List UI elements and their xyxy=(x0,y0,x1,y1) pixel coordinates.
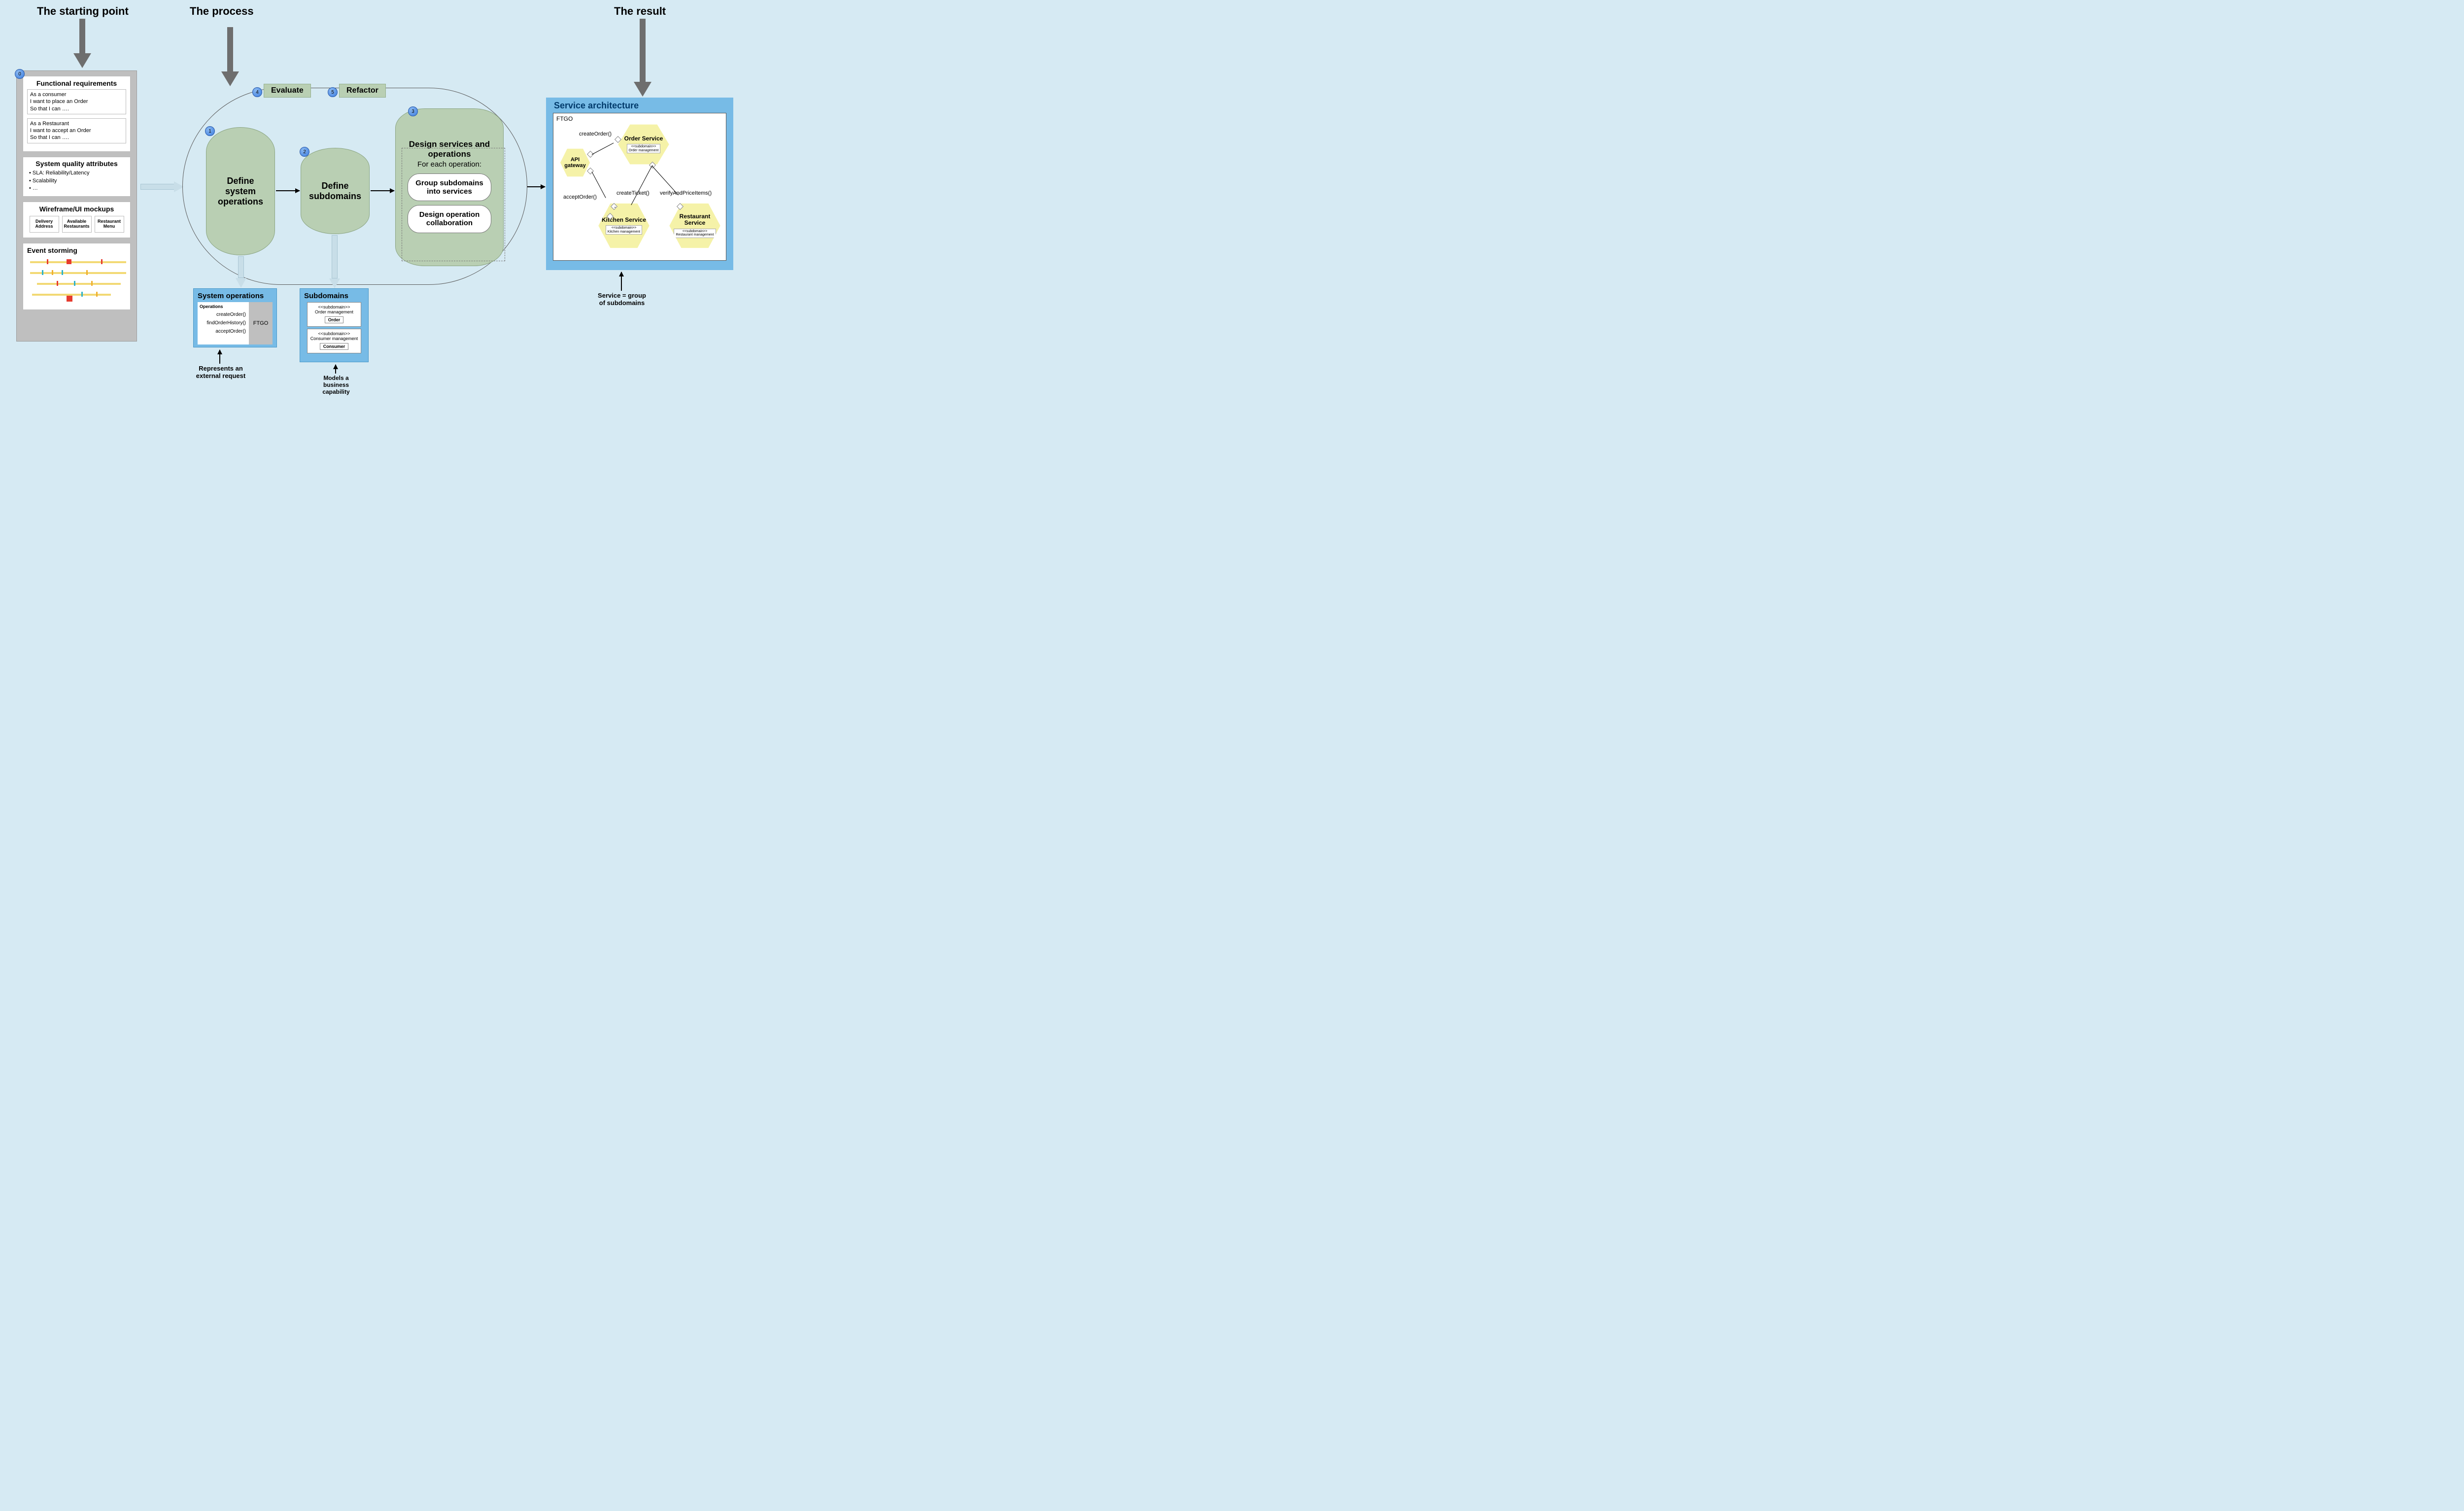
sqa-list: • SLA: Reliability/Latency • Scalability… xyxy=(27,170,126,192)
arrow-step2-down xyxy=(329,235,340,288)
badge-1: 1 xyxy=(205,126,215,136)
arrow-result-caption xyxy=(621,272,622,291)
story2-line1: As a Restaurant xyxy=(30,120,123,127)
order-service-label: Order Service xyxy=(624,136,663,142)
subdomains-caption: Models a business capability xyxy=(297,375,376,395)
arrow-starting-to-process xyxy=(140,181,185,192)
subdomain-card: <<subdomain>> Consumer management Consum… xyxy=(307,329,361,353)
step-define-system-operations: Define system operations xyxy=(206,127,275,255)
hex-api-gateway: API gateway xyxy=(559,148,591,177)
arrow-step1-down xyxy=(236,256,246,288)
evaluate-label: Evaluate xyxy=(264,84,311,98)
for-each-operation-box xyxy=(402,148,505,261)
service-architecture-title: Service architecture xyxy=(554,101,726,111)
badge-5: 5 xyxy=(328,87,338,97)
arrow-process-down xyxy=(221,27,239,86)
subdomain-card: <<subdomain>> Order management Order xyxy=(307,302,361,327)
arrow-result-down xyxy=(634,19,651,98)
result-caption: Service = group of subdomains xyxy=(582,292,661,307)
ftgo-monolith-box: FTGO xyxy=(249,302,273,344)
kitchen-subdomain-mini: <<subdomain>> Kitchen management xyxy=(606,225,642,235)
service-architecture-box: Service architecture FTGO API gateway Or… xyxy=(546,98,733,270)
step-define-subdomains: Define subdomains xyxy=(301,148,370,234)
subdomains-box: Subdomains <<subdomain>> Order managemen… xyxy=(300,288,369,362)
system-quality-block: System quality attributes • SLA: Reliabi… xyxy=(23,157,131,197)
operation-item: acceptOrder() xyxy=(200,329,247,334)
refactor-label: Refactor xyxy=(339,84,386,98)
event-storming-block: Event storming xyxy=(23,243,131,310)
user-story-2: As a Restaurant I want to accept an Orde… xyxy=(27,118,126,143)
subdomain-name: Consumer management xyxy=(308,336,360,341)
story2-line3: So that I can …. xyxy=(30,134,123,141)
badge-0: 0 xyxy=(15,69,25,79)
order-subdomain-mini: <<subdomain>> Order management xyxy=(627,144,661,153)
badge-3: 3 xyxy=(408,106,418,116)
sqa-item: • Scalability xyxy=(29,177,126,185)
operations-list: Operations createOrder() findOrderHistor… xyxy=(198,302,249,344)
subdomain-stereo: <<subdomain>> xyxy=(308,331,360,336)
subdomains-title: Subdomains xyxy=(304,292,364,300)
functional-requirements-block: Functional requirements As a consumer I … xyxy=(23,76,131,152)
entity-box: Order xyxy=(325,316,344,323)
wire-box: Delivery Address xyxy=(30,216,59,233)
section-starting-title: The starting point xyxy=(37,5,129,18)
step1-label: Define system operations xyxy=(218,176,263,207)
restaurant-service-label: Restaurant Service xyxy=(668,213,721,226)
wire-box: Available Restaurants xyxy=(62,216,92,233)
user-story-1: As a consumer I want to place an Order S… xyxy=(27,89,126,114)
badge-4: 4 xyxy=(252,87,262,97)
sysops-caption: Represents an external request xyxy=(181,365,260,379)
connector xyxy=(592,143,614,155)
section-result-title: The result xyxy=(614,5,666,18)
call-create-order: createOrder() xyxy=(579,131,612,137)
call-verify-price: verifyAndPriceItems() xyxy=(660,190,712,196)
arrow-sysops-caption xyxy=(219,350,220,364)
starting-column: Functional requirements As a consumer I … xyxy=(16,70,137,342)
story1-line3: So that I can …. xyxy=(30,105,123,112)
arrow-step2-step3 xyxy=(371,190,394,191)
subdomain-name: Order management xyxy=(308,309,360,314)
operations-header: Operations xyxy=(200,304,247,309)
sqa-item: • SLA: Reliability/Latency xyxy=(29,170,126,177)
hex-kitchen-service: Kitchen Service <<subdomain>> Kitchen ma… xyxy=(597,202,651,249)
api-gateway-label: API gateway xyxy=(560,157,590,169)
call-accept-order: acceptOrder() xyxy=(563,194,597,200)
arrow-starting-down xyxy=(73,19,91,68)
operation-item: findOrderHistory() xyxy=(200,320,247,326)
system-operations-box: System operations Operations createOrder… xyxy=(193,288,277,347)
story2-line2: I want to accept an Order xyxy=(30,127,123,134)
arrow-subdomains-caption xyxy=(335,365,336,374)
hex-restaurant-service: Restaurant Service <<subdomain>> Restaur… xyxy=(668,202,722,249)
wireframe-title: Wireframe/UI mockups xyxy=(27,205,126,213)
connector xyxy=(631,166,652,205)
functional-requirements-title: Functional requirements xyxy=(27,79,126,87)
system-quality-title: System quality attributes xyxy=(27,160,126,168)
event-storming-thumbnail xyxy=(27,256,126,306)
story1-line1: As a consumer xyxy=(30,91,123,98)
hex-order-service: Order Service <<subdomain>> Order manage… xyxy=(616,123,671,166)
section-process-title: The process xyxy=(190,5,254,18)
sqa-item: • … xyxy=(29,185,126,192)
restaurant-subdomain-mini: <<subdomain>> Restaurant management xyxy=(674,229,716,238)
wireframe-block: Wireframe/UI mockups Delivery Address Av… xyxy=(23,202,131,238)
wireframe-row: Delivery Address Available Restaurants R… xyxy=(27,216,126,233)
entity-box: Consumer xyxy=(320,343,349,350)
operation-item: createOrder() xyxy=(200,312,247,317)
subdomain-stereo: <<subdomain>> xyxy=(308,305,360,309)
story1-line2: I want to place an Order xyxy=(30,98,123,105)
arrow-process-result xyxy=(527,186,545,187)
step2-label: Define subdomains xyxy=(309,181,361,202)
wire-box: Restaurant Menu xyxy=(95,216,124,233)
system-operations-title: System operations xyxy=(198,292,273,300)
call-create-ticket: createTicket() xyxy=(616,190,650,196)
event-storming-title: Event storming xyxy=(27,246,126,254)
ftgo-label: FTGO xyxy=(556,115,573,122)
ftgo-canvas: FTGO API gateway Order Service <<subdoma… xyxy=(553,113,726,261)
badge-2: 2 xyxy=(300,147,309,157)
arrow-step1-step2 xyxy=(276,190,300,191)
